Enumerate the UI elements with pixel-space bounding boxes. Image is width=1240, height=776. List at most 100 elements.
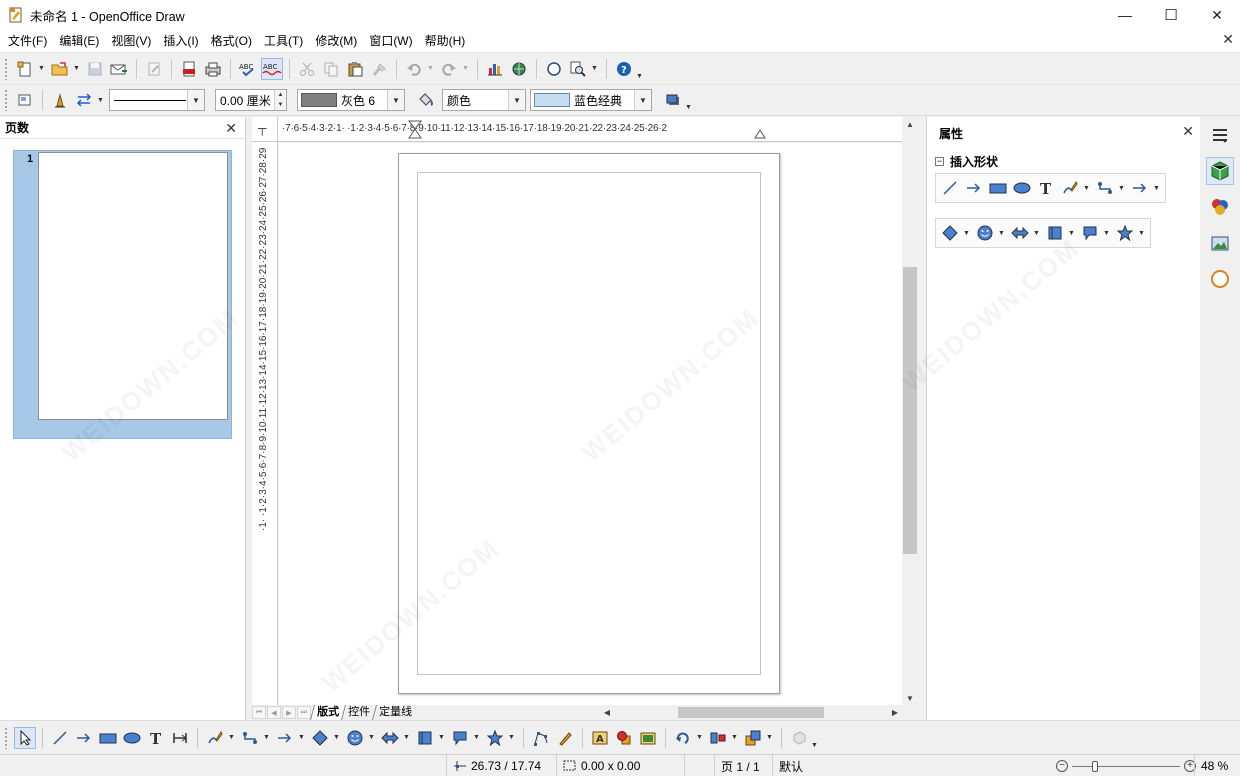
close-window-button[interactable]: ✕ — [1194, 0, 1240, 30]
curve-dropdown[interactable]: ▼ — [227, 727, 236, 749]
callouts-button[interactable] — [1079, 222, 1101, 244]
undo-button[interactable] — [403, 58, 425, 80]
menu-file[interactable]: 文件(F) — [2, 30, 53, 52]
drawing-page[interactable] — [398, 153, 780, 694]
callouts-dropdown[interactable]: ▼ — [472, 727, 481, 749]
save-button[interactable] — [84, 58, 106, 80]
line-button[interactable] — [49, 89, 71, 111]
draw-line-button[interactable] — [49, 727, 71, 749]
connectors-button[interactable] — [239, 727, 261, 749]
clone-formatting-button[interactable] — [368, 58, 390, 80]
email-button[interactable] — [108, 58, 130, 80]
block-arrows-dropdown[interactable]: ▼ — [402, 727, 411, 749]
new-document-button[interactable] — [14, 58, 36, 80]
arrange-dropdown[interactable]: ▼ — [765, 727, 774, 749]
menu-tools[interactable]: 工具(T) — [258, 30, 309, 52]
open-dropdown[interactable]: ▼ — [72, 58, 81, 80]
align-dropdown[interactable]: ▼ — [730, 727, 739, 749]
vertical-scrollbar[interactable]: ▲ ▼ — [902, 117, 918, 705]
edit-file-button[interactable] — [143, 58, 165, 80]
redo-button[interactable] — [438, 58, 460, 80]
callouts-dropdown[interactable]: ▼ — [1102, 222, 1111, 244]
minimize-button[interactable]: — — [1102, 0, 1148, 30]
symbol-shapes-dropdown[interactable]: ▼ — [367, 727, 376, 749]
area-style-select[interactable]: 颜色 ▼ — [442, 89, 526, 111]
insert-image-button[interactable] — [508, 58, 530, 80]
menu-window[interactable]: 窗口(W) — [363, 30, 418, 52]
arrow-style-dropdown[interactable]: ▼ — [96, 89, 105, 111]
page-style-field[interactable]: 默认 — [772, 755, 1052, 776]
horizontal-scrollbar[interactable]: ◀ ▶ — [600, 705, 902, 720]
basic-shapes-button[interactable] — [939, 222, 961, 244]
zoom-knob[interactable] — [1091, 760, 1098, 772]
basic-shapes-button[interactable] — [309, 727, 331, 749]
extrusion-button[interactable] — [788, 727, 810, 749]
layer-tab-layout[interactable]: 版式 — [309, 705, 346, 720]
arrow-style-button[interactable] — [73, 89, 95, 111]
draw-arrow-button[interactable] — [73, 727, 95, 749]
ellipse-tool-button[interactable] — [1011, 177, 1033, 199]
freeform-tool-button[interactable] — [1059, 177, 1081, 199]
navigator-button[interactable] — [543, 58, 565, 80]
area-button[interactable] — [415, 89, 437, 111]
flowchart-dropdown[interactable]: ▼ — [1067, 222, 1076, 244]
toolbar-grip[interactable] — [4, 89, 8, 111]
deck-properties-button[interactable] — [1206, 157, 1234, 185]
rectangle-tool-button[interactable] — [987, 177, 1009, 199]
block-arrows-button[interactable] — [379, 727, 401, 749]
shadow-button[interactable] — [662, 89, 684, 111]
stars-button[interactable] — [1114, 222, 1136, 244]
vertical-scrollbar-thumb[interactable] — [903, 267, 917, 554]
deck-gallery-button[interactable] — [1206, 229, 1234, 257]
copy-button[interactable] — [320, 58, 342, 80]
flowchart-dropdown[interactable]: ▼ — [437, 727, 446, 749]
arrange-button[interactable] — [742, 727, 764, 749]
zoom-out-icon[interactable]: − — [1056, 760, 1068, 772]
symbol-shapes-dropdown[interactable]: ▼ — [997, 222, 1006, 244]
flowchart-button[interactable] — [1044, 222, 1066, 244]
layer-tab-dimension-lines[interactable]: 定量线 — [371, 705, 419, 720]
stars-button[interactable] — [484, 727, 506, 749]
redo-dropdown[interactable]: ▼ — [461, 58, 470, 80]
horizontal-ruler[interactable]: ·7·6·5·4·3·2·1· ·1·2·3·4·5·6·7·8·9·10·11… — [252, 117, 902, 142]
flowchart-button[interactable] — [414, 727, 436, 749]
drawing-canvas[interactable] — [279, 143, 902, 705]
menu-format[interactable]: 格式(O) — [205, 30, 258, 52]
zoom-slider[interactable]: − + — [1056, 755, 1196, 776]
connector-tool-button[interactable] — [1094, 177, 1116, 199]
line-width-field[interactable]: 0.00 厘米 ▲ ▼ — [215, 89, 287, 111]
points-button[interactable] — [530, 727, 552, 749]
cut-button[interactable] — [296, 58, 318, 80]
stars-dropdown[interactable]: ▼ — [507, 727, 516, 749]
line-style-select[interactable]: ▼ — [109, 89, 205, 111]
close-pages-pane-button[interactable]: ✕ — [225, 120, 237, 137]
toolbar-overflow[interactable]: ▼ — [811, 727, 818, 749]
next-tab-button[interactable]: ▶ — [282, 706, 296, 719]
insert-shapes-section-header[interactable]: − 插入形状 — [935, 153, 998, 170]
symbol-shapes-button[interactable] — [344, 727, 366, 749]
menu-help[interactable]: 帮助(H) — [419, 30, 472, 52]
scroll-up-icon[interactable]: ▲ — [902, 117, 918, 131]
toolbar-grip[interactable] — [4, 57, 8, 80]
menu-insert[interactable]: 插入(I) — [157, 30, 204, 52]
draw-text-button[interactable]: T — [145, 727, 167, 749]
menu-view[interactable]: 视图(V) — [105, 30, 157, 52]
draw-ellipse-button[interactable] — [121, 727, 143, 749]
first-tab-button[interactable]: ⏮ — [252, 706, 266, 719]
line-color-select[interactable]: 灰色 6 ▼ — [297, 89, 405, 111]
area-color-select[interactable]: 蓝色经典 ▼ — [530, 89, 652, 111]
toggle-toolbar-button[interactable] — [14, 89, 36, 111]
lines-arrows-tool-button[interactable] — [1129, 177, 1151, 199]
basic-shapes-dropdown[interactable]: ▼ — [962, 222, 971, 244]
insert-picture-button[interactable] — [637, 727, 659, 749]
ruler-corner[interactable]: ┬ — [252, 117, 278, 142]
basic-shapes-dropdown[interactable]: ▼ — [332, 727, 341, 749]
line-tool-button[interactable] — [939, 177, 961, 199]
fontwork-button[interactable]: A — [589, 727, 611, 749]
vertical-text-button[interactable] — [169, 727, 191, 749]
toolbar-grip[interactable] — [4, 726, 8, 749]
toolbar-overflow[interactable]: ▼ — [636, 58, 643, 80]
document-modified-field[interactable] — [684, 755, 714, 776]
insert-chart-button[interactable] — [484, 58, 506, 80]
spellcheck-button[interactable]: ABC — [237, 58, 259, 80]
